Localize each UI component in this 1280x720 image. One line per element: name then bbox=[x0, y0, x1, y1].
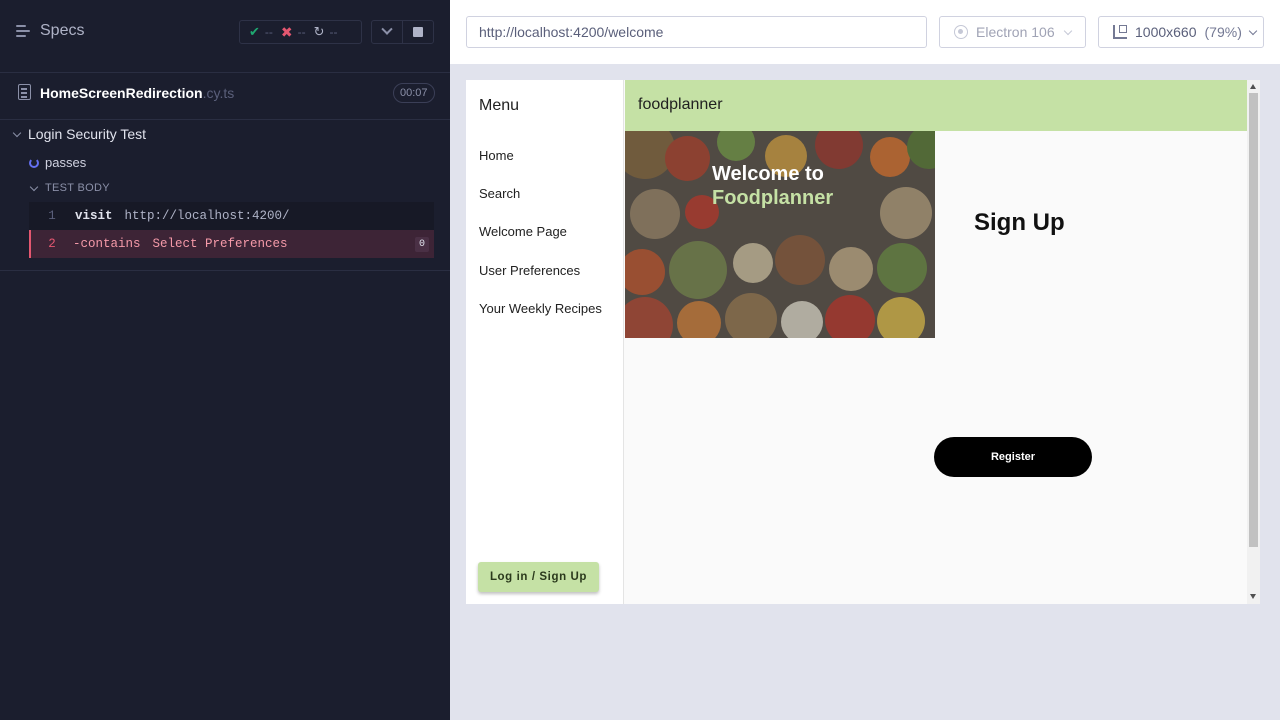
spec-extension: .cy.ts bbox=[202, 85, 235, 101]
command-row[interactable]: 1 visit http://localhost:4200/ bbox=[29, 202, 434, 230]
spec-filename: HomeScreenRedirection bbox=[40, 85, 203, 101]
chevron-down-icon bbox=[29, 182, 39, 191]
element-count-badge: 0 bbox=[415, 237, 429, 252]
viewport-zoom: (79%) bbox=[1204, 24, 1242, 40]
app-title: foodplanner bbox=[638, 96, 723, 113]
chevron-down-icon bbox=[12, 128, 22, 137]
hero-brand-text: Foodplanner bbox=[712, 187, 834, 209]
login-signup-button[interactable]: Log in / Sign Up bbox=[478, 562, 599, 592]
hero-image: Welcome to Foodplanner bbox=[625, 131, 935, 338]
suite-label: Login Security Test bbox=[28, 126, 147, 142]
chevron-down-icon bbox=[1248, 26, 1258, 35]
spec-name[interactable]: HomeScreenRedirection.cy.ts bbox=[40, 85, 234, 101]
pending-stat: ↻ -- bbox=[314, 24, 338, 40]
spec-row: HomeScreenRedirection.cy.ts 00:07 bbox=[0, 72, 450, 120]
scroll-down-icon[interactable] bbox=[1250, 594, 1256, 599]
failed-stat: ✖ -- bbox=[281, 24, 306, 41]
command-number: 1 bbox=[48, 209, 56, 223]
suite-title[interactable]: Login Security Test bbox=[12, 126, 147, 142]
passed-stat: ✔ -- bbox=[249, 24, 273, 40]
browser-label: Electron 106 bbox=[976, 24, 1055, 40]
pending-icon: ↻ bbox=[313, 24, 325, 39]
reporter-header: Specs ✔ -- ✖ -- ↻ -- bbox=[0, 0, 450, 64]
divider bbox=[0, 270, 450, 271]
reporter-panel: Specs ✔ -- ✖ -- ↻ -- HomeScreenRedirecti… bbox=[0, 0, 450, 720]
aut-header: http://localhost:4200/welcome Electron 1… bbox=[450, 0, 1280, 64]
scroll-up-icon[interactable] bbox=[1250, 84, 1256, 89]
specs-label: Specs bbox=[40, 22, 85, 39]
collapse-button[interactable] bbox=[372, 21, 403, 43]
electron-icon bbox=[954, 25, 968, 39]
register-button[interactable]: Register bbox=[934, 437, 1092, 477]
aut-panel: http://localhost:4200/welcome Electron 1… bbox=[450, 0, 1280, 720]
command-name: -contains bbox=[73, 237, 141, 251]
list-icon bbox=[16, 24, 32, 38]
file-icon bbox=[18, 84, 31, 100]
stop-button[interactable] bbox=[403, 21, 433, 43]
command-arg: http://localhost:4200/ bbox=[124, 209, 290, 223]
ruler-icon bbox=[1113, 25, 1127, 39]
app-frame: Menu Home Search Welcome Page User Prefe… bbox=[466, 80, 1260, 604]
side-menu: Menu Home Search Welcome Page User Prefe… bbox=[466, 80, 624, 604]
nav-item-search[interactable]: Search bbox=[479, 186, 520, 201]
test-label: passes bbox=[45, 155, 87, 170]
test-body-toggle[interactable]: TEST BODY bbox=[29, 182, 110, 194]
browser-selector[interactable]: Electron 106 bbox=[939, 16, 1086, 48]
command-row-failed[interactable]: 2 -contains Select Preferences 0 bbox=[29, 230, 434, 258]
nav-item-home[interactable]: Home bbox=[479, 148, 514, 163]
viewport-info[interactable]: 1000x660 (79%) bbox=[1098, 16, 1264, 48]
command-number: 2 bbox=[48, 237, 56, 251]
stop-icon bbox=[413, 27, 423, 37]
failed-count: -- bbox=[297, 25, 306, 39]
run-controls bbox=[371, 20, 434, 44]
vertical-scrollbar[interactable] bbox=[1247, 80, 1260, 604]
scrollbar-thumb[interactable] bbox=[1249, 93, 1258, 547]
nav-item-user-preferences[interactable]: User Preferences bbox=[479, 263, 580, 278]
signup-heading: Sign Up bbox=[974, 209, 1065, 236]
cross-icon: ✖ bbox=[280, 23, 293, 40]
viewport-size: 1000x660 bbox=[1135, 24, 1197, 40]
nav-item-welcome-page[interactable]: Welcome Page bbox=[479, 224, 567, 239]
chevron-down-icon bbox=[381, 23, 393, 35]
menu-title: Menu bbox=[479, 97, 520, 114]
pending-count: -- bbox=[329, 25, 338, 39]
command-arg: Select Preferences bbox=[152, 237, 288, 251]
test-stats: ✔ -- ✖ -- ↻ -- bbox=[239, 20, 362, 44]
app-toolbar: foodplanner bbox=[625, 80, 1247, 131]
spec-duration: 00:07 bbox=[393, 83, 435, 103]
check-icon: ✔ bbox=[249, 24, 260, 39]
running-spinner-icon bbox=[29, 157, 39, 168]
test-body-label: TEST BODY bbox=[45, 182, 110, 194]
nav-item-weekly-recipes[interactable]: Your Weekly Recipes bbox=[479, 301, 602, 316]
test-title[interactable]: passes bbox=[29, 155, 86, 170]
hero-welcome-text: Welcome to bbox=[712, 163, 824, 185]
chevron-down-icon bbox=[1063, 26, 1072, 35]
command-name: visit bbox=[75, 209, 113, 223]
specs-button[interactable]: Specs bbox=[16, 22, 84, 40]
url-bar[interactable]: http://localhost:4200/welcome bbox=[466, 16, 927, 48]
passed-count: -- bbox=[264, 25, 273, 39]
